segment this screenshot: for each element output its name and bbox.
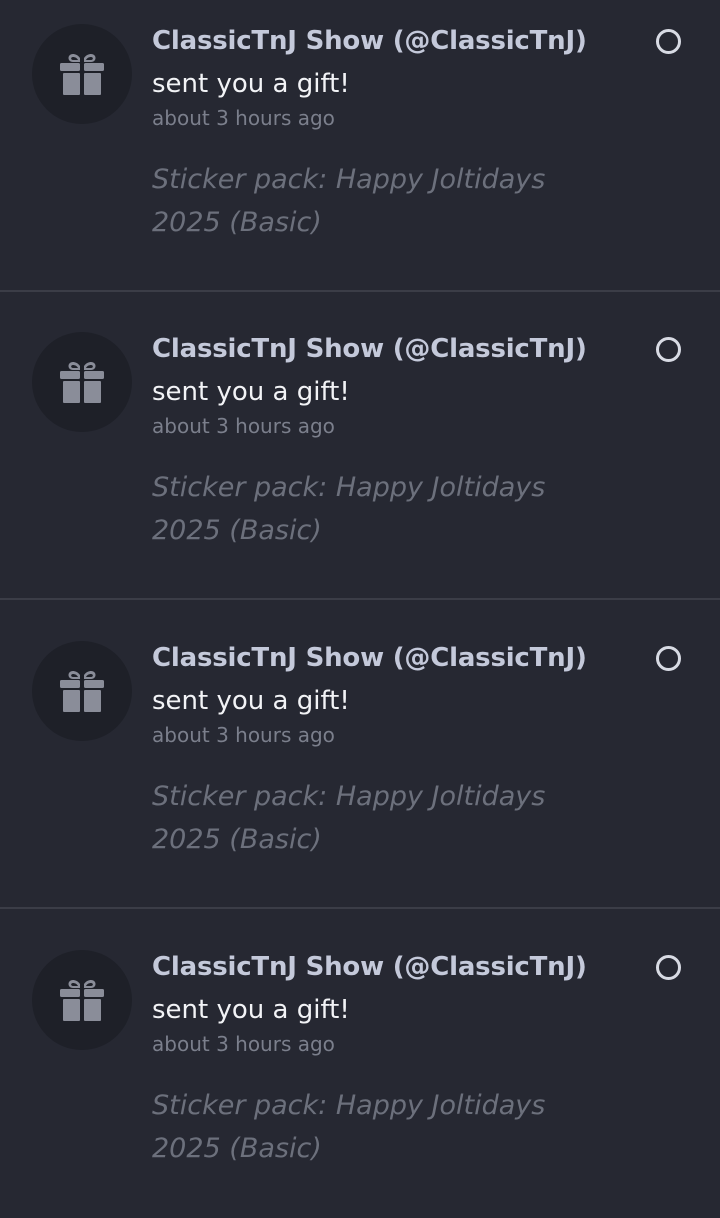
gift-detail: Sticker pack: Happy Joltidays 2025 (Basi… xyxy=(152,1090,546,1164)
circle-outline-icon[interactable] xyxy=(656,337,681,362)
timestamp: about 3 hours ago xyxy=(152,106,335,130)
notification-action: sent you a gift! xyxy=(152,377,350,407)
notification-content: ClassicTnJ Show (@ClassicTnJ) sent you a… xyxy=(152,641,632,861)
gift-detail: Sticker pack: Happy Joltidays 2025 (Basi… xyxy=(152,472,546,546)
gift-detail: Sticker pack: Happy Joltidays 2025 (Basi… xyxy=(152,781,546,855)
gift-icon xyxy=(60,362,104,403)
gift-icon xyxy=(60,54,104,95)
timestamp: about 3 hours ago xyxy=(152,414,335,438)
notification-item[interactable]: ClassicTnJ Show (@ClassicTnJ) sent you a… xyxy=(0,910,720,1218)
sender-name[interactable]: ClassicTnJ Show (@ClassicTnJ) xyxy=(152,641,632,675)
gift-detail: Sticker pack: Happy Joltidays 2025 (Basi… xyxy=(152,164,546,238)
notification-list: ClassicTnJ Show (@ClassicTnJ) sent you a… xyxy=(0,0,720,1218)
notification-item[interactable]: ClassicTnJ Show (@ClassicTnJ) sent you a… xyxy=(0,292,720,600)
sender-name[interactable]: ClassicTnJ Show (@ClassicTnJ) xyxy=(152,950,632,984)
notification-action: sent you a gift! xyxy=(152,69,350,99)
gift-icon xyxy=(60,980,104,1021)
notification-item[interactable]: ClassicTnJ Show (@ClassicTnJ) sent you a… xyxy=(0,0,720,292)
gift-icon xyxy=(60,671,104,712)
timestamp: about 3 hours ago xyxy=(152,723,335,747)
avatar xyxy=(32,950,132,1050)
circle-outline-icon[interactable] xyxy=(656,646,681,671)
notification-content: ClassicTnJ Show (@ClassicTnJ) sent you a… xyxy=(152,950,632,1170)
circle-outline-icon[interactable] xyxy=(656,29,681,54)
notification-action: sent you a gift! xyxy=(152,686,350,716)
avatar xyxy=(32,332,132,432)
notification-item[interactable]: ClassicTnJ Show (@ClassicTnJ) sent you a… xyxy=(0,601,720,909)
timestamp: about 3 hours ago xyxy=(152,1032,335,1056)
notification-action: sent you a gift! xyxy=(152,995,350,1025)
avatar xyxy=(32,24,132,124)
avatar xyxy=(32,641,132,741)
notification-content: ClassicTnJ Show (@ClassicTnJ) sent you a… xyxy=(152,332,632,552)
sender-name[interactable]: ClassicTnJ Show (@ClassicTnJ) xyxy=(152,24,632,58)
circle-outline-icon[interactable] xyxy=(656,955,681,980)
sender-name[interactable]: ClassicTnJ Show (@ClassicTnJ) xyxy=(152,332,632,366)
notification-content: ClassicTnJ Show (@ClassicTnJ) sent you a… xyxy=(152,24,632,244)
